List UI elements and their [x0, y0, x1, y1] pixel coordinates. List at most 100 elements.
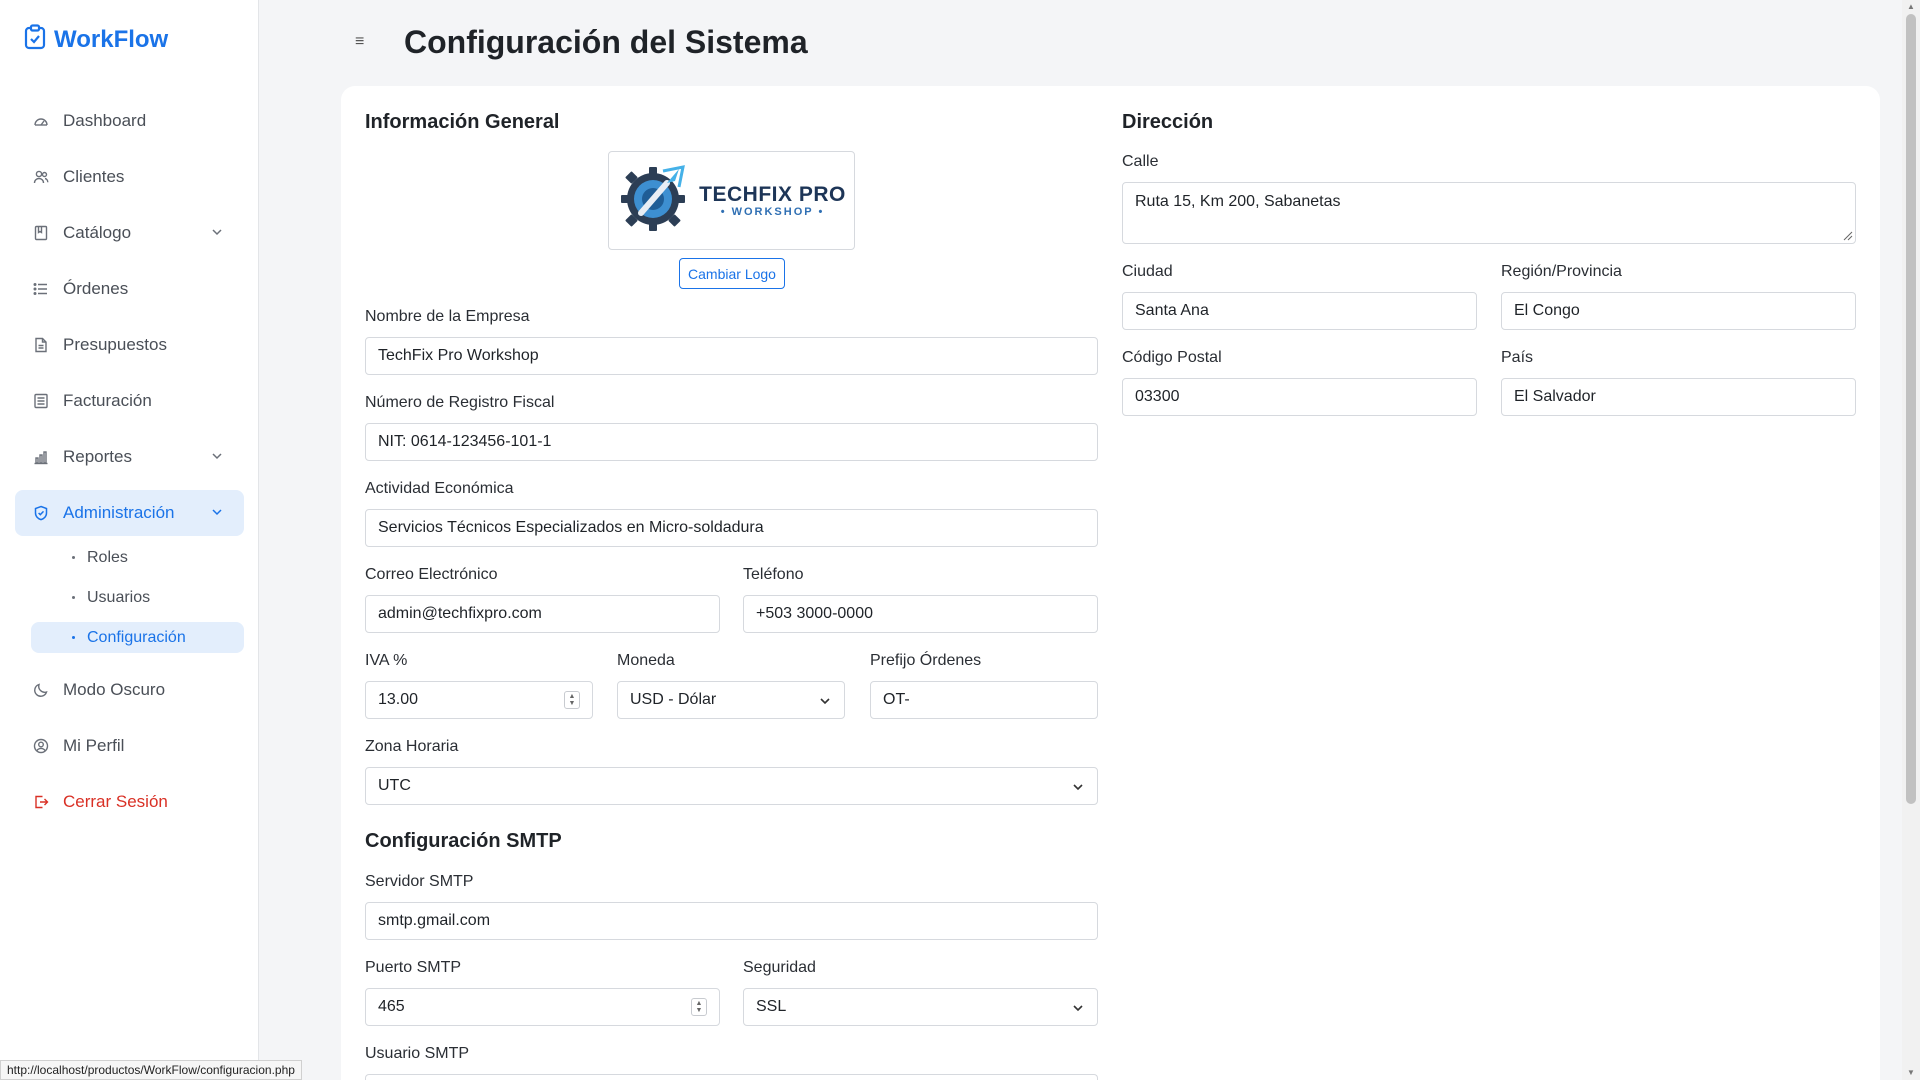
nav-item-label: Reportes	[63, 447, 132, 466]
company-name-input[interactable]: TechFix Pro Workshop	[365, 337, 1098, 375]
number-spinner-icon[interactable]: ▲ ▼	[691, 998, 707, 1016]
region-label: Región/Provincia	[1501, 263, 1622, 280]
scroll-up-icon[interactable]: ▲	[1907, 2, 1915, 11]
timezone-value: UTC	[378, 777, 411, 794]
sub-item-usuarios[interactable]: Usuarios	[31, 582, 244, 613]
city-input[interactable]: Santa Ana	[1122, 292, 1477, 330]
street-textarea[interactable]: Ruta 15, Km 200, Sabanetas	[1122, 182, 1856, 244]
smtp-user-input[interactable]	[365, 1074, 1098, 1080]
region-input[interactable]: El Congo	[1501, 292, 1856, 330]
logo-wordmark: TECHFIX PRO • WORKSHOP •	[699, 182, 846, 218]
iva-input[interactable]: 13.00 ▲ ▼	[365, 681, 593, 719]
bar-chart-icon	[33, 449, 49, 465]
tax-id-label: Número de Registro Fiscal	[365, 394, 555, 411]
postal-code-label: Código Postal	[1122, 349, 1222, 366]
smtp-security-label: Seguridad	[743, 959, 816, 976]
resize-grip-icon[interactable]	[1841, 229, 1853, 241]
menu-toggle-icon[interactable]: ≡	[355, 33, 364, 51]
nav-item-label: Catálogo	[63, 223, 132, 242]
nav-item-facturacion[interactable]: Facturación	[15, 378, 244, 424]
email-label: Correo Electrónico	[365, 566, 498, 583]
smtp-server-input[interactable]: smtp.gmail.com	[365, 902, 1098, 940]
main-nav: Dashboard Clientes Catálogo Órdenes Pres…	[15, 98, 244, 835]
company-name-label: Nombre de la Empresa	[365, 308, 530, 325]
phone-input[interactable]: +503 3000-0000	[743, 595, 1098, 633]
timezone-select[interactable]: UTC	[365, 767, 1098, 805]
smtp-security-value: SSL	[756, 998, 787, 1015]
nav-item-ordenes[interactable]: Órdenes	[15, 266, 244, 312]
file-icon	[33, 337, 49, 353]
iva-value: 13.00	[378, 691, 419, 708]
bullet-icon	[72, 636, 75, 639]
receipt-icon	[33, 393, 49, 409]
nav-item-label: Cerrar Sesión	[63, 792, 168, 811]
postal-code-input[interactable]: 03300	[1122, 378, 1477, 416]
list-icon	[33, 281, 49, 297]
nav-item-cerrar-sesion[interactable]: Cerrar Sesión	[15, 779, 244, 825]
nav-item-label: Clientes	[63, 167, 125, 186]
scroll-thumb[interactable]	[1906, 14, 1916, 804]
nav-item-reportes[interactable]: Reportes	[15, 434, 244, 480]
nav-item-administracion[interactable]: Administración	[15, 490, 244, 536]
smtp-port-input[interactable]: 465 ▲ ▼	[365, 988, 720, 1026]
chevron-down-icon	[212, 453, 222, 460]
general-section-title: Información General	[365, 111, 560, 133]
order-prefix-input[interactable]: OT-	[870, 681, 1098, 719]
gauge-icon	[33, 113, 49, 129]
chevron-down-icon	[212, 229, 222, 236]
nav-item-dashboard[interactable]: Dashboard	[15, 98, 244, 144]
bullet-icon	[72, 556, 75, 559]
number-spinner-icon[interactable]: ▲ ▼	[564, 691, 580, 709]
smtp-section-title: Configuración SMTP	[365, 830, 562, 852]
country-label: País	[1501, 349, 1534, 366]
currency-select[interactable]: USD - Dólar	[617, 681, 845, 719]
nav-item-clientes[interactable]: Clientes	[15, 154, 244, 200]
clipboard-check-icon	[24, 24, 46, 55]
sub-item-configuracion[interactable]: Configuración	[31, 622, 244, 653]
currency-label: Moneda	[617, 652, 675, 669]
chevron-down-icon	[1073, 784, 1083, 791]
bullet-icon	[72, 596, 75, 599]
chevron-down-icon	[1073, 1005, 1083, 1012]
status-bar-url: http://localhost/productos/WorkFlow/conf…	[0, 1060, 302, 1080]
nav-item-label: Dashboard	[63, 111, 147, 130]
users-icon	[33, 169, 49, 185]
change-logo-button[interactable]: Cambiar Logo	[679, 258, 785, 289]
phone-label: Teléfono	[743, 566, 804, 583]
shield-icon	[33, 505, 49, 521]
nav-item-modo-oscuro[interactable]: Modo Oscuro	[15, 667, 244, 713]
smtp-port-label: Puerto SMTP	[365, 959, 462, 976]
page-scrollbar[interactable]: ▲ ▼	[1902, 0, 1920, 1080]
chevron-down-icon	[820, 698, 830, 705]
nav-item-label: Presupuestos	[63, 335, 167, 354]
page-title: Configuración del Sistema	[404, 24, 808, 60]
gear-wrench-icon	[617, 161, 689, 240]
brand[interactable]: WorkFlow	[24, 24, 168, 55]
nav-item-catalogo[interactable]: Catálogo	[15, 210, 244, 256]
sub-item-roles[interactable]: Roles	[31, 542, 244, 573]
nav-item-label: Administración	[63, 503, 175, 522]
tax-id-input[interactable]: NIT: 0614-123456-101-1	[365, 423, 1098, 461]
country-input[interactable]: El Salvador	[1501, 378, 1856, 416]
company-logo: TECHFIX PRO • WORKSHOP •	[608, 151, 855, 250]
activity-label: Actividad Económica	[365, 480, 514, 497]
smtp-port-value: 465	[378, 998, 405, 1015]
nav-item-mi-perfil[interactable]: Mi Perfil	[15, 723, 244, 769]
nav-item-presupuestos[interactable]: Presupuestos	[15, 322, 244, 368]
sidebar: WorkFlow Dashboard Clientes Catálogo Órd…	[0, 0, 259, 1080]
book-icon	[33, 225, 49, 241]
timezone-label: Zona Horaria	[365, 738, 459, 755]
brand-name: WorkFlow	[54, 25, 169, 53]
smtp-security-select[interactable]: SSL	[743, 988, 1098, 1026]
user-circle-icon	[33, 738, 49, 754]
smtp-server-label: Servidor SMTP	[365, 873, 474, 890]
activity-input[interactable]: Servicios Técnicos Especializados en Mic…	[365, 509, 1098, 547]
nav-item-label: Órdenes	[63, 279, 129, 298]
nav-item-label: Modo Oscuro	[63, 680, 166, 699]
email-input[interactable]: admin@techfixpro.com	[365, 595, 720, 633]
scroll-down-icon[interactable]: ▼	[1907, 1068, 1915, 1077]
street-value: Ruta 15, Km 200, Sabanetas	[1135, 193, 1341, 210]
admin-subnav: Roles Usuarios Configuración	[15, 542, 244, 653]
nav-item-label: Facturación	[63, 391, 152, 410]
moon-icon	[33, 682, 49, 698]
